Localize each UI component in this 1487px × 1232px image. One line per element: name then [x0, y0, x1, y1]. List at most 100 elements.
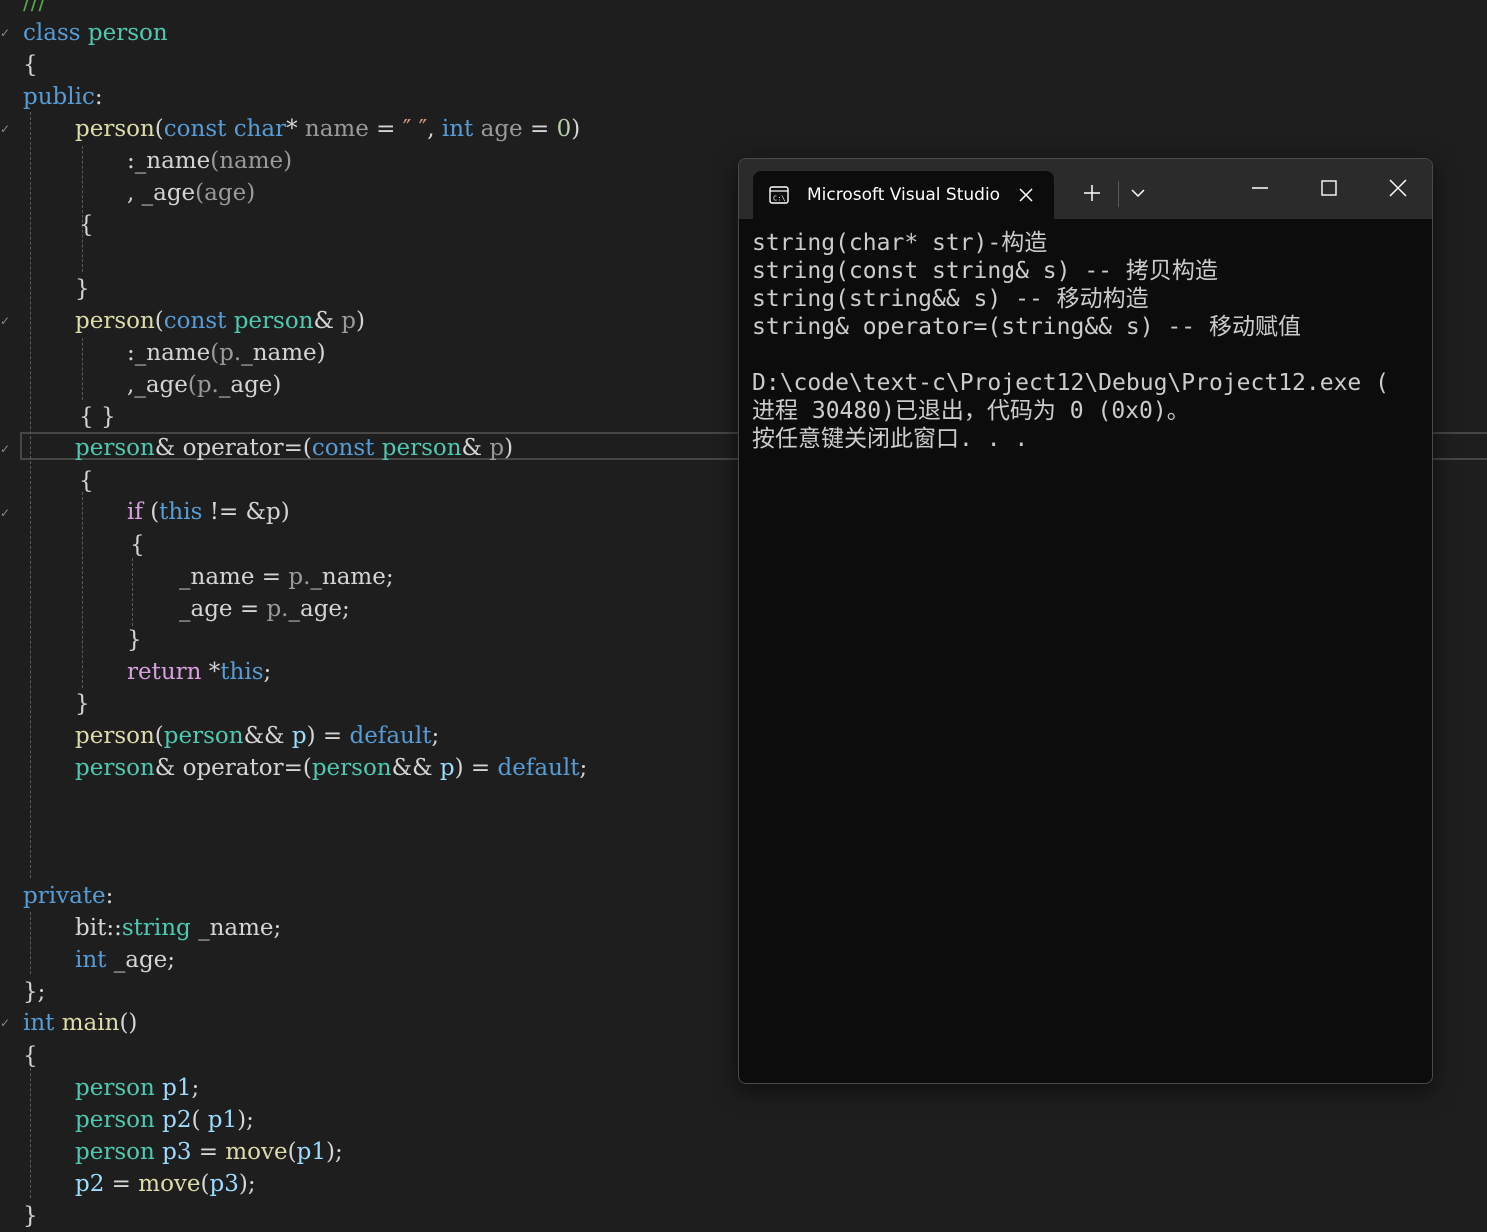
code-token: ; [191, 1075, 200, 1101]
code-line: _name = p._name; [179, 561, 394, 593]
maximize-icon[interactable] [1320, 179, 1338, 197]
fold-toggle-icon[interactable]: ✓ [0, 443, 10, 455]
code-token: ( [154, 116, 164, 142]
code-line: person p3 = move(p1); [75, 1136, 343, 1168]
minimize-icon[interactable] [1251, 179, 1269, 197]
code-token: = [368, 116, 403, 142]
code-token: person [163, 723, 244, 749]
code-token: _name [134, 340, 211, 366]
code-line: { } [79, 401, 116, 433]
code-line: { [79, 465, 94, 497]
code-token: = [315, 723, 350, 749]
close-window-icon[interactable] [1389, 179, 1407, 197]
code-token: ); [238, 1171, 256, 1197]
code-token: ) [504, 435, 514, 461]
fold-toggle-icon[interactable]: ✓ [0, 123, 10, 135]
code-token: & [313, 308, 342, 334]
code-token: , [427, 116, 442, 142]
terminal-output-line: string& operator=(string&& s) -- 移动赋值 [752, 314, 1301, 340]
code-token: _age [134, 372, 188, 398]
terminal-output-line: 进程 30480)已退出，代码为 0 (0x0)。 [752, 398, 1190, 424]
code-token: { [79, 212, 94, 238]
indent-guide [30, 112, 31, 878]
code-token: class [23, 20, 88, 46]
fold-toggle-icon[interactable]: ✓ [0, 1017, 10, 1029]
code-token: main [61, 1010, 120, 1036]
code-token: public [23, 84, 95, 110]
code-token: & [154, 755, 183, 781]
code-token: p1 [162, 1075, 192, 1101]
terminal-titlebar[interactable]: C:\ Microsoft Visual Studio [739, 159, 1432, 219]
code-token: p3 [209, 1171, 239, 1197]
code-token: ); [325, 1139, 343, 1165]
code-line: p2 = move(p3); [75, 1168, 256, 1200]
code-token: if [127, 499, 151, 525]
code-token: move [138, 1171, 201, 1197]
code-token: ); [237, 1107, 254, 1133]
terminal-tab[interactable]: C:\ Microsoft Visual Studio [753, 171, 1054, 219]
chevron-down-icon[interactable] [1131, 188, 1145, 198]
code-token: _name [310, 564, 386, 590]
code-line: } [75, 688, 90, 720]
fold-toggle-icon[interactable]: ✓ [0, 315, 10, 327]
code-token: (p. [210, 340, 242, 366]
code-token: int [441, 116, 481, 142]
code-token: char [233, 116, 287, 142]
code-token: : [127, 340, 135, 366]
new-tab-icon[interactable] [1083, 184, 1101, 202]
code-token: (p. [187, 372, 219, 398]
code-token: move [225, 1139, 288, 1165]
code-token: ( [302, 435, 312, 461]
code-token: ( [154, 723, 164, 749]
code-token: int [75, 947, 114, 973]
indent-guide [82, 338, 83, 400]
code-token: ; [579, 755, 588, 781]
code-token: = [232, 596, 267, 622]
code-line: class person [23, 17, 168, 49]
code-token: } [23, 1203, 38, 1229]
terminal-window[interactable]: C:\ Microsoft Visual Studio string(char* [738, 158, 1433, 1084]
code-token: ; [342, 596, 350, 622]
code-token: p2 [75, 1171, 105, 1197]
code-token: /// [23, 0, 47, 15]
code-token: _age; [113, 947, 176, 973]
code-token: ( [200, 1171, 210, 1197]
code-token: person [75, 1075, 155, 1101]
code-line: _age = p._age; [179, 593, 350, 625]
code-token: p [439, 755, 455, 781]
code-line: person p1; [75, 1072, 199, 1104]
code-token: & [461, 435, 490, 461]
close-tab-icon[interactable] [1018, 187, 1034, 203]
code-line: /// [23, 0, 46, 18]
code-token: ; [263, 659, 272, 685]
code-token: person [75, 308, 155, 334]
code-token: ) [356, 308, 365, 334]
code-token: ( [302, 755, 312, 781]
indent-guide [30, 912, 31, 974]
code-token: string [121, 915, 191, 941]
code-line: int _age; [75, 944, 175, 976]
code-token: default [497, 755, 580, 781]
code-line: int main() [23, 1007, 137, 1039]
code-token: person [75, 1139, 155, 1165]
code-line: , _age(age) [127, 177, 255, 209]
svg-text:C:\: C:\ [773, 195, 786, 203]
code-line: public: [23, 81, 103, 113]
code-token: :: [106, 915, 122, 941]
code-token: { [23, 1043, 38, 1069]
code-line: person& operator=(person&& p) = default; [75, 752, 587, 784]
code-token: { [79, 468, 94, 494]
fold-toggle-icon[interactable]: ✓ [0, 27, 10, 39]
code-line: person(person&& p) = default; [75, 720, 439, 752]
code-line: bit::string _name; [75, 912, 281, 944]
code-token: ″ ″ [402, 116, 428, 142]
code-token: _age [288, 596, 343, 622]
fold-toggle-icon[interactable]: ✓ [0, 507, 10, 519]
code-token: return [127, 659, 209, 685]
code-line: { [23, 1040, 38, 1072]
indent-guide [30, 1068, 31, 1198]
code-token: _age [141, 180, 196, 206]
code-token: : [94, 84, 103, 110]
terminal-output[interactable]: string(char* str)-构造 string(const string&… [752, 229, 1424, 453]
